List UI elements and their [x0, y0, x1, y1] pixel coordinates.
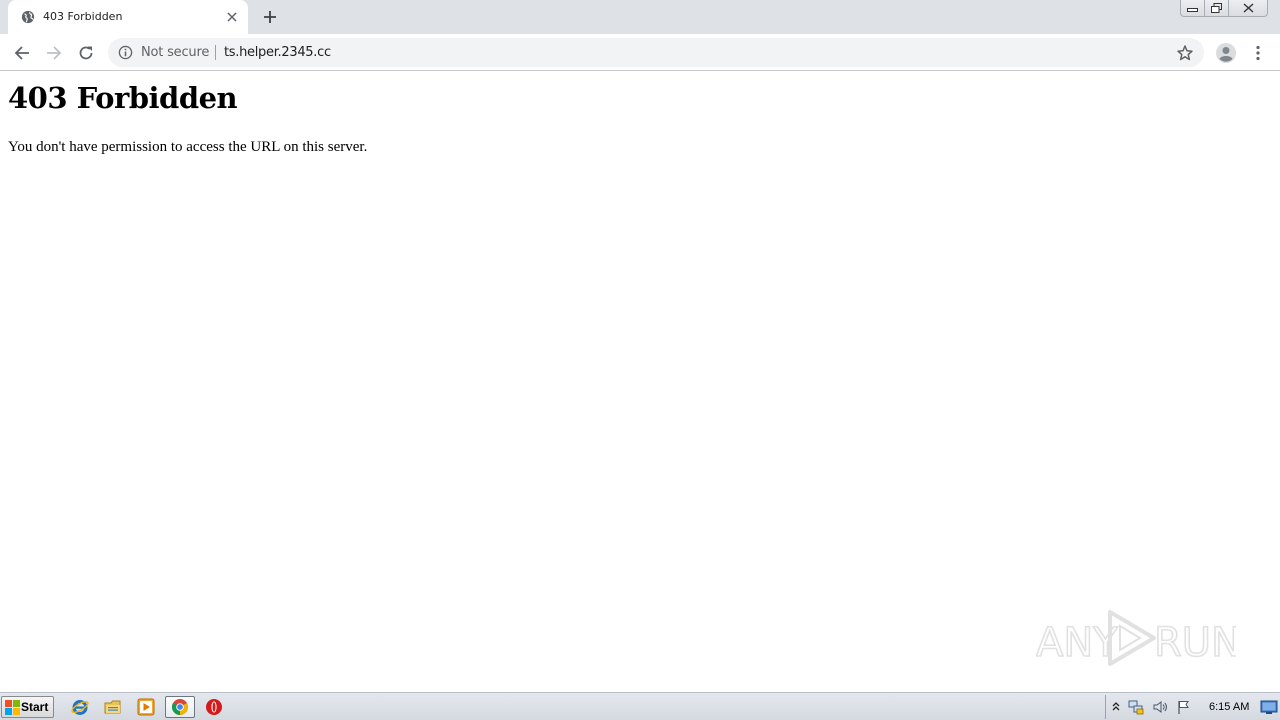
tab-close-button[interactable] — [224, 9, 240, 25]
window-close-icon — [1243, 3, 1253, 13]
anyrun-watermark-logo: ANY RUN — [1036, 610, 1236, 667]
profile-button[interactable] — [1213, 40, 1239, 66]
reload-icon — [79, 46, 93, 60]
windows-taskbar: Start 6:15 AM — [0, 692, 1280, 720]
close-icon — [227, 12, 237, 22]
tray-action-center[interactable] — [1176, 699, 1192, 715]
avatar-icon — [1216, 43, 1236, 63]
start-button[interactable]: Start — [1, 696, 54, 718]
page-heading: 403 Forbidden — [8, 81, 238, 115]
window-close-button[interactable] — [1228, 0, 1268, 17]
flag-icon — [1178, 701, 1189, 714]
minimize-icon — [1187, 8, 1198, 12]
media-player-icon — [137, 698, 155, 716]
minimize-button[interactable] — [1180, 0, 1205, 17]
restore-icon — [1211, 3, 1222, 13]
arrow-left-icon — [14, 46, 29, 60]
speaker-icon — [1153, 701, 1167, 713]
start-label: Start — [21, 700, 49, 714]
browser-toolbar: Not secure ts.helper.2345.cc — [0, 34, 1280, 71]
watermark-right-text: RUN — [1154, 620, 1236, 666]
page-viewport: 403 Forbidden You don't have permission … — [0, 72, 1280, 692]
taskbar-clock[interactable]: 6:15 AM — [1209, 701, 1249, 713]
file-explorer-icon — [104, 700, 121, 714]
arrow-right-icon — [47, 46, 62, 60]
network-icon — [1128, 700, 1144, 715]
opera-icon — [206, 699, 222, 715]
internet-explorer-icon — [71, 700, 89, 715]
globe-icon — [21, 10, 35, 24]
address-bar[interactable]: Not secure ts.helper.2345.cc — [108, 38, 1204, 67]
omnibox-divider — [215, 45, 216, 60]
forward-button[interactable] — [41, 40, 67, 66]
info-icon[interactable] — [118, 45, 133, 60]
tray-network[interactable] — [1128, 699, 1144, 715]
chevron-up-icon — [1112, 702, 1120, 711]
chrome-icon — [172, 699, 188, 715]
restore-button[interactable] — [1204, 0, 1229, 17]
security-status[interactable]: Not secure — [141, 45, 209, 60]
window-controls — [1180, 0, 1268, 18]
new-tab-button[interactable] — [258, 6, 282, 28]
plus-icon — [264, 11, 276, 23]
taskbar-internet-explorer[interactable] — [69, 697, 91, 717]
watermark-left-text: ANY — [1036, 620, 1118, 666]
url-text[interactable]: ts.helper.2345.cc — [224, 45, 331, 60]
tray-separator — [1105, 695, 1106, 719]
tab-strip: 403 Forbidden — [0, 0, 1280, 34]
browser-menu-button[interactable] — [1248, 40, 1268, 66]
show-hidden-icons-button[interactable] — [1108, 699, 1124, 715]
system-tray: 6:15 AM — [1105, 693, 1280, 720]
error-message: You don't have permission to access the … — [8, 139, 368, 155]
tray-volume[interactable] — [1152, 699, 1168, 715]
taskbar-opera[interactable] — [203, 697, 225, 717]
reload-button[interactable] — [73, 40, 99, 66]
show-desktop-icon[interactable] — [1260, 699, 1278, 715]
tab-title: 403 Forbidden — [43, 10, 123, 23]
back-button[interactable] — [9, 40, 35, 66]
taskbar-media-player[interactable] — [135, 697, 157, 717]
taskbar-chrome[interactable] — [165, 696, 195, 718]
taskbar-file-explorer[interactable] — [102, 697, 124, 717]
kebab-menu-icon — [1256, 45, 1260, 61]
browser-tab[interactable]: 403 Forbidden — [8, 0, 248, 34]
bookmark-star-icon[interactable] — [1176, 44, 1194, 62]
windows-logo-icon — [5, 700, 20, 715]
